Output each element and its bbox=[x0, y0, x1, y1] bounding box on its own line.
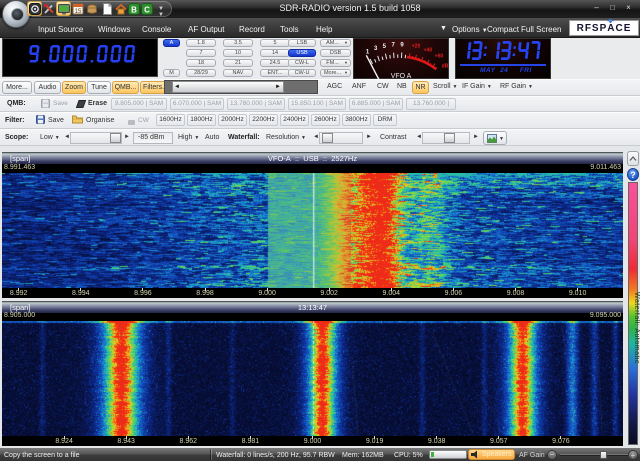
svg-text:+40: +40 bbox=[424, 48, 433, 54]
svg-text:9: 9 bbox=[400, 43, 404, 49]
svg-text:B: B bbox=[131, 6, 137, 15]
svg-text:dB: dB bbox=[442, 64, 449, 70]
svg-text:+20: +20 bbox=[412, 44, 421, 50]
svg-text:3: 3 bbox=[374, 46, 378, 52]
svg-text:1: 1 bbox=[366, 50, 370, 56]
svg-text:15: 15 bbox=[75, 9, 82, 15]
svg-text:5: 5 bbox=[383, 44, 387, 50]
svg-text:7: 7 bbox=[392, 43, 396, 49]
svg-text:+60: +60 bbox=[435, 54, 444, 60]
svg-text:C: C bbox=[144, 6, 150, 15]
